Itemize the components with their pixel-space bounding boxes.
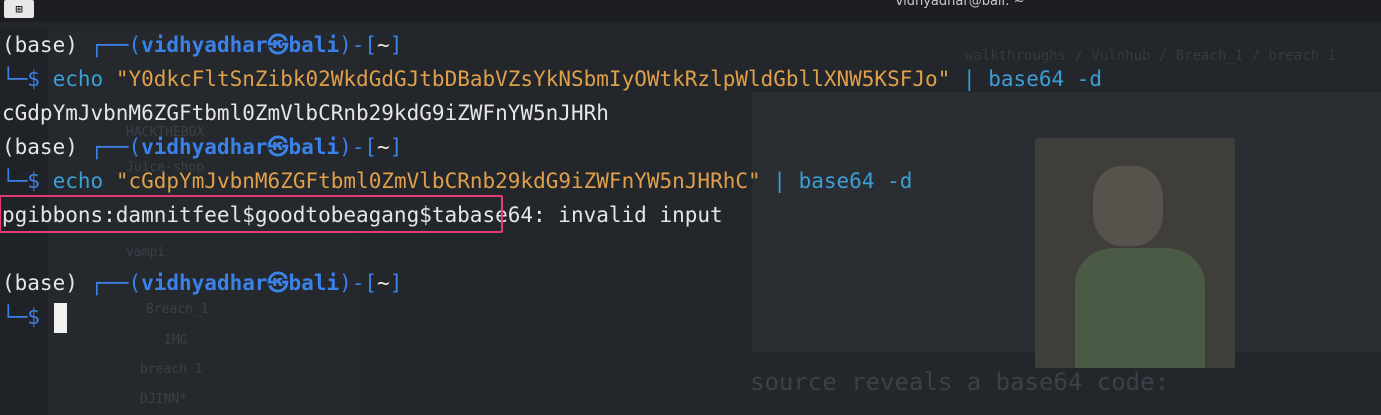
prompt-symbol: $ (27, 169, 40, 193)
text-cursor[interactable] (53, 303, 67, 333)
command-line: └─$ echo "Y0dkcFltSnZibk02WkdGdGJtbDBabV… (2, 62, 1102, 96)
tree-item: DJINN* (140, 392, 187, 407)
pipe-symbol: | (962, 67, 976, 91)
prompt-line-top: (base) ┌──(vidhyadhar㉿bali)-[~] (2, 28, 402, 62)
prompt-corner: ┌──( (90, 271, 142, 295)
conda-env: (base) (2, 33, 78, 57)
prompt-dir-prefix: )-[ (339, 271, 378, 295)
prompt-corner: ┌──( (90, 135, 142, 159)
prompt-user: vidhyadhar (141, 271, 268, 295)
command-argument: "Y0dkcFltSnZibk02WkdGdGJtbDBabVZsYkNSbmI… (115, 67, 951, 91)
prompt-user: vidhyadhar (141, 135, 268, 159)
input-line[interactable]: └─$ (2, 300, 67, 334)
prompt-corner: └─ (2, 305, 28, 329)
prompt-host-separator: ㉿ (267, 135, 289, 159)
prompt-dir-prefix: )-[ (339, 135, 378, 159)
prompt-corner: ┌──( (90, 33, 142, 57)
prompt-dir-suffix: ] (389, 135, 403, 159)
prompt-symbol: $ (27, 67, 40, 91)
prompt-user: vidhyadhar (141, 33, 268, 57)
photo-shirt (1075, 248, 1205, 368)
prompt-dir-suffix: ] (389, 33, 403, 57)
background-caption: source reveals a base64 code: (750, 368, 1170, 396)
prompt-dir: ~ (377, 271, 390, 295)
prompt-line-top: (base) ┌──(vidhyadhar㉿bali)-[~] (2, 130, 402, 164)
prompt-dir-suffix: ] (389, 271, 403, 295)
window-titlebar: ⊞ vidhyadhar@bali: ~ (0, 0, 1381, 22)
prompt-dir-prefix: )-[ (339, 33, 378, 57)
command-name: echo (52, 169, 104, 193)
tree-item: IMG (164, 333, 188, 348)
command-name: echo (52, 67, 104, 91)
terminal-app-icon[interactable]: ⊞ (4, 0, 34, 18)
prompt-dir: ~ (377, 33, 390, 57)
pipe-command: base64 -d (798, 169, 913, 193)
prompt-line-top: (base) ┌──(vidhyadhar㉿bali)-[~] (2, 266, 402, 300)
pipe-symbol: | (773, 169, 786, 193)
prompt-host: bali (288, 135, 340, 159)
command-argument: "cGdpYmJvbnM6ZGFtbml0ZmVlbCRnb29kdG9iZWF… (115, 169, 761, 193)
prompt-host: bali (288, 271, 340, 295)
tree-item: breach 1 (140, 362, 203, 377)
background-photo (1035, 138, 1235, 368)
prompt-symbol: $ (27, 305, 40, 329)
prompt-host-separator: ㉿ (267, 33, 289, 57)
tree-item: vampi (126, 245, 166, 260)
prompt-host-separator: ㉿ (267, 271, 289, 295)
credentials-highlight-box (0, 195, 503, 233)
prompt-dir: ~ (377, 135, 390, 159)
prompt-host: bali (288, 33, 340, 57)
tree-item: Breach_1 (146, 302, 209, 317)
conda-env: (base) (2, 135, 78, 159)
pipe-command: base64 -d (988, 67, 1103, 91)
prompt-corner: └─ (2, 67, 28, 91)
window-title: vidhyadhar@bali: ~ (895, 0, 1025, 9)
command-output: cGdpYmJvbnM6ZGFtbml0ZmVlbCRnb29kdG9iZWFn… (2, 101, 609, 125)
photo-face (1093, 166, 1163, 246)
prompt-corner: └─ (2, 169, 28, 193)
conda-env: (base) (2, 271, 78, 295)
command-line: └─$ echo "cGdpYmJvbnM6ZGFtbml0ZmVlbCRnb2… (2, 164, 912, 198)
